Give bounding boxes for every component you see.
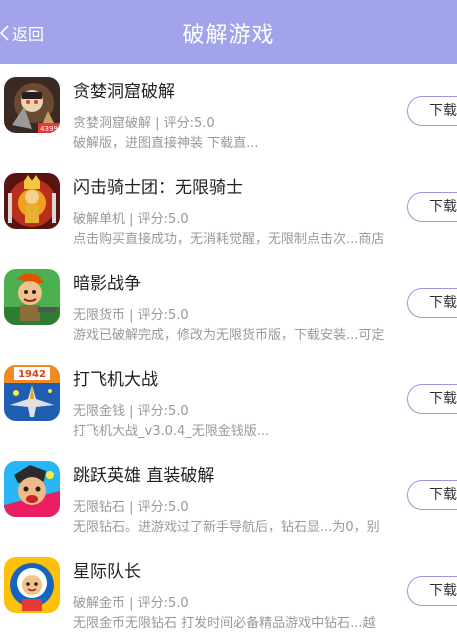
game-icon-greedy-cave: 4399 [4, 77, 60, 133]
game-meta: 无限货币 | 评分:5.0 [73, 308, 189, 323]
game-description: 破解版，进图直接神装 下载直... [73, 136, 259, 151]
download-button[interactable]: 下载 [407, 480, 457, 510]
game-meta: 无限金钱 | 评分:5.0 [73, 404, 189, 419]
list-item[interactable]: 跳跃英雄 直装破解 无限钻石 | 评分:5.0 无限钻石。进游戏过了新手导航后，… [0, 448, 457, 544]
list-item[interactable]: 1942 打飞机大战 无限金钱 | 评分:5.0 打飞机大战_v3.0.4_无限… [0, 352, 457, 448]
download-button[interactable]: 下载 [407, 384, 457, 414]
game-name: 星际队长 [73, 562, 141, 582]
game-name: 贪婪洞窟破解 [73, 82, 175, 102]
download-button[interactable]: 下载 [407, 288, 457, 318]
download-button[interactable]: 下载 [407, 576, 457, 606]
game-description: 点击购买直接成功，无消耗觉醒，无限制点击次...商店 [73, 232, 385, 247]
game-icon-star-captain [4, 557, 60, 613]
game-icon-flash-knights [4, 173, 60, 229]
game-list: 4399 贪婪洞窟破解 贪婪洞窟破解 | 评分:5.0 破解版，进图直接神装 下… [0, 64, 457, 640]
svg-text:4399: 4399 [40, 125, 58, 133]
game-description: 无限钻石。进游戏过了新手导航后，钻石显...为0，别 [73, 520, 380, 535]
game-description: 游戏已破解完成，修改为无限货币版，下载安装...可定 [73, 328, 385, 343]
app-header: 返回 破解游戏 [0, 0, 457, 64]
game-icon-plane-battle: 1942 [4, 365, 60, 421]
list-item[interactable]: 闪击骑士团：无限骑士 破解单机 | 评分:5.0 点击购买直接成功，无消耗觉醒，… [0, 160, 457, 256]
game-name: 闪击骑士团：无限骑士 [73, 178, 243, 198]
svg-text:1942: 1942 [18, 369, 46, 380]
page-title: 破解游戏 [182, 23, 275, 48]
game-icon-jump-hero [4, 461, 60, 517]
game-description: 打飞机大战_v3.0.4_无限金钱版... [73, 424, 270, 439]
game-meta: 破解单机 | 评分:5.0 [73, 212, 189, 227]
list-item[interactable]: 暗影战争 无限货币 | 评分:5.0 游戏已破解完成，修改为无限货币版，下载安装… [0, 256, 457, 352]
game-meta: 贪婪洞窟破解 | 评分:5.0 [73, 116, 215, 131]
game-meta: 破解金币 | 评分:5.0 [73, 596, 189, 611]
list-item[interactable]: 4399 贪婪洞窟破解 贪婪洞窟破解 | 评分:5.0 破解版，进图直接神装 下… [0, 64, 457, 160]
game-icon-shadow-war [4, 269, 60, 325]
list-item[interactable]: 星际队长 破解金币 | 评分:5.0 无限金币无限钻石 打发时间必备精品游戏中钻… [0, 544, 457, 640]
game-description: 无限金币无限钻石 打发时间必备精品游戏中钻石...越 [73, 616, 376, 631]
game-name: 打飞机大战 [73, 370, 158, 390]
game-name: 暗影战争 [73, 274, 141, 294]
download-button[interactable]: 下载 [407, 192, 457, 222]
game-name: 跳跃英雄 直装破解 [73, 466, 215, 486]
game-meta: 无限钻石 | 评分:5.0 [73, 500, 189, 515]
download-button[interactable]: 下载 [407, 96, 457, 126]
